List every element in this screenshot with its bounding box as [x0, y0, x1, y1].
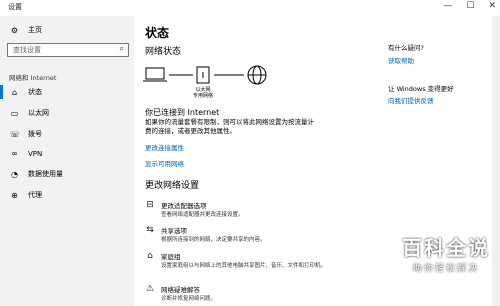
search-placeholder: 查找设置: [13, 46, 41, 54]
sidebar-item-status[interactable]: ⌂ 状态: [10, 87, 42, 97]
change-network-settings-heading: 更改网络设置: [145, 181, 200, 191]
option-adapter[interactable]: ⊟ 更改适配器选项 查看网络适配器并更改连接设置。: [145, 200, 244, 218]
feedback-heading: 让 Windows 变得更好: [388, 85, 454, 93]
adapter-icon: ⊟: [146, 200, 154, 210]
option-desc: 诊断并修复网络问题。: [161, 296, 217, 302]
option-desc: 根据所连接到的网络，决定要共享的内容。: [161, 237, 266, 243]
option-title: 更改适配器选项: [161, 202, 207, 210]
sharing-icon: ⇆: [146, 225, 154, 235]
router-label-2: 专用网络: [192, 93, 213, 99]
home-icon: ⌂: [11, 87, 18, 97]
globe-icon: [247, 65, 267, 85]
close-button[interactable]: ✕: [488, 1, 496, 11]
router-caption: 以太网 专用网络: [190, 87, 216, 99]
active-indicator: [0, 85, 3, 99]
gear-icon: ⚙: [10, 25, 19, 35]
option-sharing[interactable]: ⇆ 共享选项 根据所连接到的网络，决定要共享的内容。: [145, 225, 266, 243]
data-usage-icon: ◔: [11, 169, 18, 179]
sidebar-home[interactable]: ⚙ 主页: [10, 25, 42, 35]
option-desc: 查看网络适配器并更改连接设置。: [161, 212, 244, 218]
window-controls: — ☐ ✕: [443, 1, 496, 11]
sidebar-item-dialup[interactable]: ☏ 拨号: [10, 129, 42, 139]
page-title: 状态: [145, 26, 170, 40]
search-icon: ⌕: [119, 44, 124, 53]
sidebar-item-vpn[interactable]: ∞ VPN: [10, 149, 42, 158]
option-troubleshoot[interactable]: ⚠ 网络疑难解答 诊断并修复网络问题。: [145, 284, 216, 302]
minimize-button[interactable]: —: [443, 1, 452, 11]
sidebar-home-label: 主页: [28, 26, 42, 34]
watermark-title: 百科全说: [402, 236, 490, 260]
sidebar-item-label: VPN: [28, 149, 43, 158]
option-homegroup[interactable]: ⌂ 家庭组 设置家庭组以与网络上的其他电脑共享图片、音乐、文件和打印机。: [145, 251, 341, 269]
connected-title: 你已连接到 Internet: [145, 108, 220, 117]
watermark: 百科全说 助你轻松解决: [402, 232, 490, 274]
router-icon: [196, 66, 210, 84]
sidebar-item-label: 代理: [28, 191, 42, 199]
feedback-link[interactable]: 向我们提供反馈: [388, 95, 434, 105]
sidebar-item-ethernet[interactable]: ▭ 以太网: [10, 108, 49, 118]
option-title: 共享选项: [161, 227, 187, 235]
option-title: 家庭组: [161, 253, 181, 261]
dialup-icon: ☏: [10, 129, 21, 139]
connected-desc-line-1: 如果你的流量套餐有限制，则可以将此网络设置为按流量计: [145, 118, 314, 126]
search-input[interactable]: 查找设置 ⌕: [7, 43, 129, 57]
sidebar-item-data-usage[interactable]: ◔ 数据使用量: [10, 169, 63, 179]
sidebar: ⚙ 主页: [0, 16, 134, 306]
option-desc: 设置家庭组以与网络上的其他电脑共享图片、音乐、文件和打印机。: [161, 263, 327, 269]
maximize-button[interactable]: ☐: [466, 1, 474, 11]
proxy-icon: ⊕: [11, 190, 18, 200]
sidebar-section-label: 网络和 Internet: [9, 74, 57, 82]
computer-icon: [143, 67, 167, 82]
ethernet-icon: ▭: [10, 108, 19, 118]
option-title: 网络疑难解答: [161, 286, 200, 294]
connected-description: 如果你的流量套餐有限制，则可以将此网络设置为按流量计 费的连接，或者更改其他属性…: [145, 118, 360, 136]
get-help-link[interactable]: 获取帮助: [388, 55, 414, 65]
connected-desc-line-2: 费的连接，或者更改其他属性。: [145, 127, 236, 135]
sidebar-item-label: 数据使用量: [28, 170, 63, 178]
title-bar: 设置 — ☐ ✕: [0, 0, 500, 16]
network-status-heading: 网络状态: [145, 47, 182, 57]
window-title: 设置: [8, 3, 22, 11]
sidebar-item-proxy[interactable]: ⊕ 代理: [10, 190, 42, 200]
sidebar-item-label: 以太网: [28, 109, 49, 117]
sidebar-item-label: 拨号: [28, 130, 42, 138]
warning-icon: ⚠: [145, 284, 155, 294]
show-available-networks-link[interactable]: 显示可用网络: [145, 158, 184, 168]
change-connection-properties-link[interactable]: 更改连接属性: [145, 142, 184, 152]
watermark-subtitle: 助你轻松解决: [412, 264, 479, 274]
help-heading: 有什么疑问?: [388, 44, 424, 52]
homegroup-icon: ⌂: [147, 251, 153, 261]
scrollbar[interactable]: [492, 16, 500, 306]
vpn-icon: ∞: [11, 149, 18, 158]
sidebar-item-label: 状态: [28, 88, 42, 96]
